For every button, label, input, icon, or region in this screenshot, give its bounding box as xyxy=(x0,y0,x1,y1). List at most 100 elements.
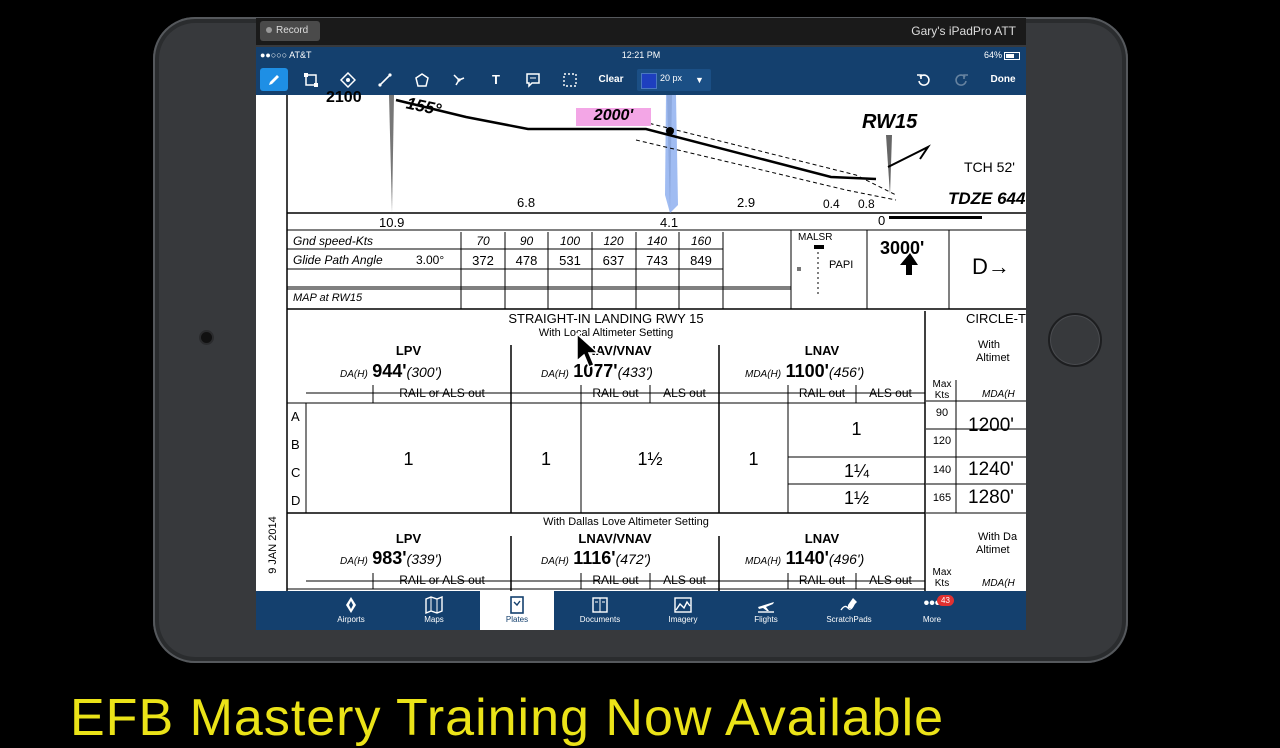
circling-title: CIRCLE-T xyxy=(966,311,1026,326)
battery-icon xyxy=(1004,51,1020,60)
circling-speed: 165 xyxy=(932,492,952,504)
tdze-label: TDZE 644 xyxy=(948,189,1026,208)
note-tool-button[interactable] xyxy=(519,68,547,91)
dallas-col-lnav: LNAV xyxy=(804,531,840,546)
circling-speed: 120 xyxy=(932,435,952,447)
col-lnav-vnav: LNAV/VNAV xyxy=(578,343,652,358)
comment-icon xyxy=(526,72,540,88)
bottom-tab-bar: Airports Maps Plates Documents Imagery F… xyxy=(256,591,1026,630)
dallas-col-lnav-vnav: LNAV/VNAV xyxy=(578,531,652,546)
approach-plate[interactable]: D→ 2100 155° 2000' RW15 TCH 52' TDZE 644… xyxy=(256,89,1026,591)
lnav-vnav-als-visibility: 1½ xyxy=(637,449,663,469)
circling-speed: 140 xyxy=(932,464,952,476)
tab-airports[interactable]: Airports xyxy=(314,591,388,630)
path-tool-button[interactable] xyxy=(445,68,473,91)
straight-in-title: STRAIGHT-IN LANDING RWY 15 xyxy=(508,311,704,326)
airport-icon xyxy=(346,597,356,613)
malsr-label: MALSR xyxy=(798,232,833,243)
glide-angle: 3.00° xyxy=(416,253,445,267)
lnav-als-visibility-ab: 1 xyxy=(851,419,862,439)
mile-label: 10.9 xyxy=(379,215,405,230)
dallas-lnav-minimum: MDA(H) 1140'(496') xyxy=(745,548,865,568)
ground-speed-label: Gnd speed-Kts xyxy=(293,234,374,248)
speed-row: 70 90 100 120 140 160 xyxy=(476,234,712,248)
stroke-picker[interactable]: 20 px ▼ xyxy=(637,69,711,91)
tab-plates[interactable]: Plates xyxy=(480,591,554,630)
polygon-tool-button[interactable] xyxy=(408,68,436,91)
chevron-down-icon: ▼ xyxy=(695,75,704,85)
circling-minimum: 1240' xyxy=(968,459,1014,480)
dashed-square-icon xyxy=(563,72,577,87)
promo-banner: EFB Mastery Training Now Available xyxy=(70,689,945,747)
plate-icon xyxy=(510,596,524,614)
status-bar: ●●○○○ AT&T 12:21 PM 64% xyxy=(256,47,1026,64)
rail-or-als-label: RAIL or ALS out xyxy=(399,386,485,400)
dallas-als-out: ALS out xyxy=(869,573,912,587)
max-kts-label: Max Kts xyxy=(932,567,952,589)
dist-label: 2.9 xyxy=(737,195,756,210)
map-icon xyxy=(425,596,443,614)
tab-flights[interactable]: Flights xyxy=(729,591,803,630)
lnav-als-visibility-d: 1½ xyxy=(843,488,870,508)
more-badge: 43 xyxy=(937,595,954,606)
chart-date: 9 JAN 2014 xyxy=(267,516,279,574)
home-button[interactable] xyxy=(1048,313,1102,367)
dme-arc-icon: D→ xyxy=(972,254,1010,279)
tab-maps[interactable]: Maps xyxy=(397,591,471,630)
diamond-icon xyxy=(340,71,356,88)
imagery-icon xyxy=(674,597,692,613)
annotation-toolbar: T Clear 20 px ▼ Done xyxy=(256,64,1026,95)
lnav-vnav-rail-visibility: 1 xyxy=(540,449,551,469)
dallas-lpv-minimum: DA(H) 983'(339') xyxy=(340,548,442,568)
als-out-label: ALS out xyxy=(663,386,706,400)
category-d: D xyxy=(291,493,301,508)
tab-scratchpads[interactable]: ScratchPads xyxy=(812,591,886,630)
clock: 12:21 PM xyxy=(621,50,661,60)
crop-icon xyxy=(304,72,318,87)
tab-documents[interactable]: Documents xyxy=(563,591,637,630)
airplane-icon xyxy=(758,602,774,613)
text-icon: T xyxy=(492,72,500,87)
dist-label: 0.8 xyxy=(858,197,875,211)
pencil-icon xyxy=(269,74,279,85)
line-tool-button[interactable] xyxy=(371,68,399,91)
circling-mda-label: MDA(H xyxy=(982,578,1015,589)
rate-row: 372 478 531 637 743 849 xyxy=(472,253,712,268)
dallas-rail-out: RAIL out xyxy=(592,573,639,587)
glide-path-label: Glide Path Angle xyxy=(293,253,383,267)
lasso-tool-button[interactable] xyxy=(556,68,584,91)
category-a: A xyxy=(291,409,300,424)
dallas-rail-or-als: RAIL or ALS out xyxy=(399,573,485,587)
circling-altimeter: Altimet xyxy=(976,544,1010,556)
document-icon xyxy=(592,597,608,613)
device-name: Gary's iPadPro ATT xyxy=(911,24,1016,38)
shape-tool-button[interactable] xyxy=(334,68,362,91)
clear-button[interactable]: Clear xyxy=(593,70,629,90)
als-out-label: ALS out xyxy=(869,386,912,400)
text-tool-button[interactable]: T xyxy=(482,68,510,91)
record-button[interactable]: Record xyxy=(260,21,320,41)
battery-status: 64% xyxy=(984,50,1020,60)
col-lpv: LPV xyxy=(395,343,422,358)
undo-button[interactable] xyxy=(910,68,938,91)
redo-icon xyxy=(955,73,968,86)
tab-more[interactable]: ••• More 43 xyxy=(895,591,969,630)
pen-tool-button[interactable] xyxy=(260,68,288,91)
tch-label: TCH 52' xyxy=(964,159,1015,175)
papi-label: PAPI xyxy=(829,259,854,271)
lnav-als-visibility-c: 1¼ xyxy=(843,461,870,481)
straight-in-subtitle: With Local Altimeter Setting xyxy=(538,327,674,339)
done-button[interactable]: Done xyxy=(985,70,1021,90)
redo-button[interactable] xyxy=(947,68,975,91)
glideslope-altitude: 2000' xyxy=(593,107,634,124)
circling-altimeter: Altimet xyxy=(976,352,1010,364)
lnav-minimum: MDA(H) 1100'(456') xyxy=(745,361,865,381)
runway-label: RW15 xyxy=(862,111,918,133)
pen-icon xyxy=(840,598,857,611)
select-tool-button[interactable] xyxy=(297,68,325,91)
rail-out-label: RAIL out xyxy=(592,386,639,400)
map-label: MAP at RW15 xyxy=(293,292,363,304)
missed-approach-altitude: 3000' xyxy=(880,238,925,258)
category-b: B xyxy=(291,437,300,452)
tab-imagery[interactable]: Imagery xyxy=(646,591,720,630)
